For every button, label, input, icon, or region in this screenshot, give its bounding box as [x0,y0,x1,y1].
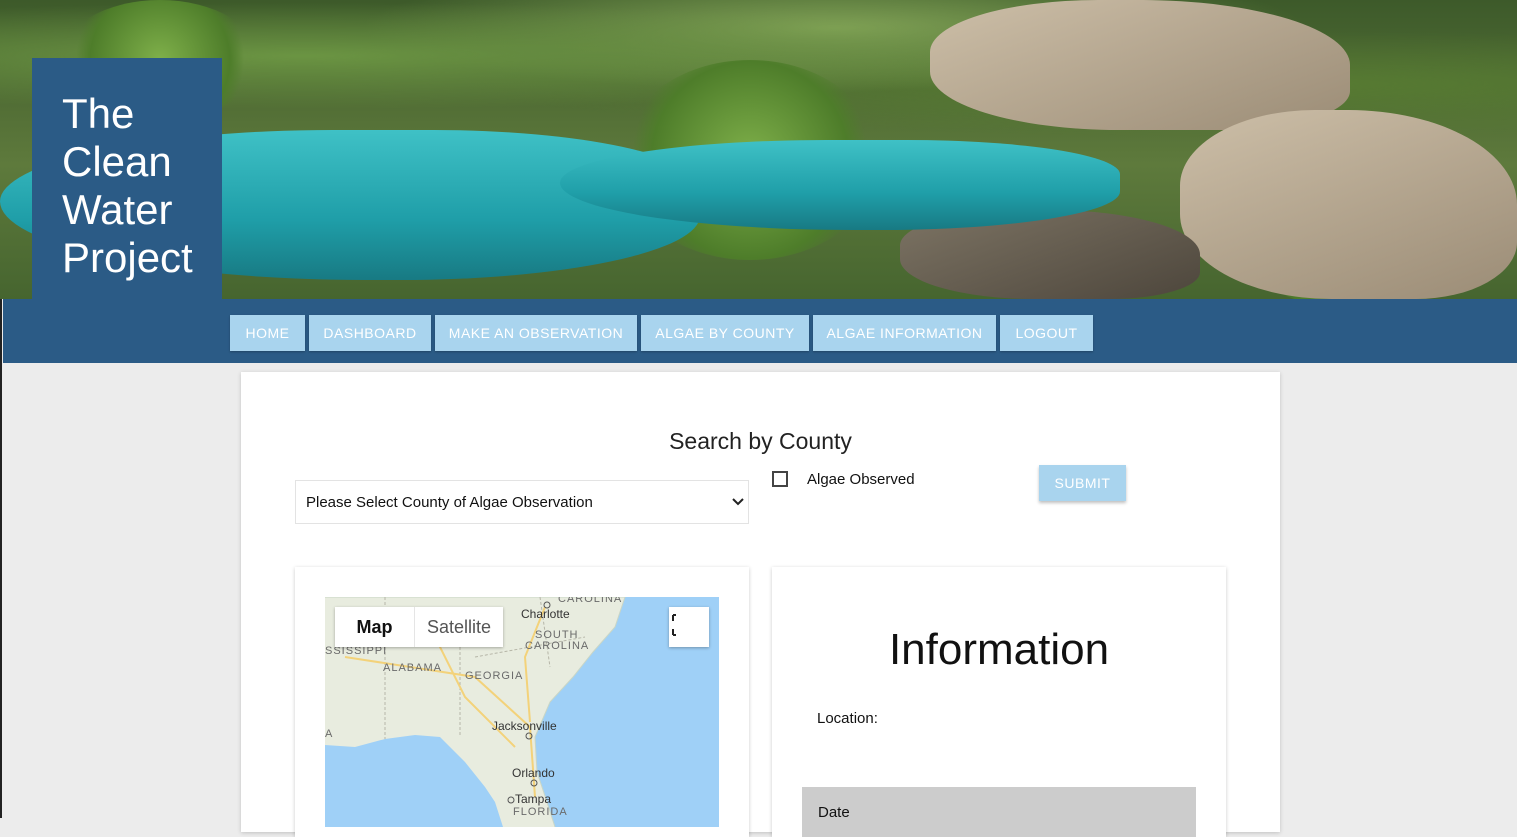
map-label-state: CAROLINA [525,640,590,652]
submit-button[interactable]: SUBMIT [1039,465,1126,501]
fullscreen-icon [672,614,676,636]
nav-dashboard-button[interactable]: DASHBOARD [309,315,431,351]
county-select-value: Please Select County of Algae Observatio… [306,493,593,511]
map-label-state: FLORIDA [513,806,568,818]
site-title-line: Water [62,186,173,233]
map-label-city: Orlando [512,766,555,780]
date-column-header: Date [818,804,850,821]
map-label-state: GEORGIA [465,670,524,682]
site-logo[interactable]: The Clean Water Project [32,58,222,299]
information-panel: Information Location: Date [772,567,1226,837]
county-map[interactable]: CAROLINA Charlotte SOUTH CAROLINA SSISSI… [325,597,719,827]
fullscreen-button[interactable] [669,607,709,647]
site-title: The Clean Water Project [62,90,222,282]
chevron-down-icon [732,498,744,506]
information-title: Information [888,625,1110,674]
site-title-line: The [62,90,135,137]
date-table-header: Date [802,787,1196,837]
algae-observed-checkbox[interactable] [772,471,788,487]
map-panel: CAROLINA Charlotte SOUTH CAROLINA SSISSI… [295,567,749,837]
map-label-city: Charlotte [521,607,570,621]
banner-rock [1180,110,1517,299]
nav-home-button[interactable]: HOME [230,315,305,351]
map-label-state: CAROLINA [558,597,623,605]
map-label-state: ALABAMA [383,662,442,674]
nav-make-observation-button[interactable]: MAKE AN OBSERVATION [435,315,637,351]
header-banner-image [0,0,1517,299]
map-type-satellite-button[interactable]: Satellite [415,607,503,647]
county-select[interactable]: Please Select County of Algae Observatio… [295,480,749,524]
nav-algae-by-county-button[interactable]: ALGAE BY COUNTY [641,315,809,351]
algae-observed-label: Algae Observed [807,471,915,488]
site-title-line: Clean [62,138,172,185]
map-label-city: Tampa [515,792,552,806]
map-label-state: A [325,728,334,740]
nav-logout-button[interactable]: LOGOUT [1000,315,1093,351]
main-navbar: HOME DASHBOARD MAKE AN OBSERVATION ALGAE… [3,299,1517,363]
banner-rock [930,0,1350,130]
site-title-line: Project [62,234,193,281]
map-label-city: Jacksonville [492,719,557,733]
nav-algae-information-button[interactable]: ALGAE INFORMATION [813,315,996,351]
map-type-map-button[interactable]: Map [335,607,415,647]
location-label: Location: [817,710,878,727]
search-title: Search by County [669,428,852,454]
map-type-toggle: Map Satellite [335,607,503,647]
search-card: Search by County Please Select County of… [241,372,1280,837]
